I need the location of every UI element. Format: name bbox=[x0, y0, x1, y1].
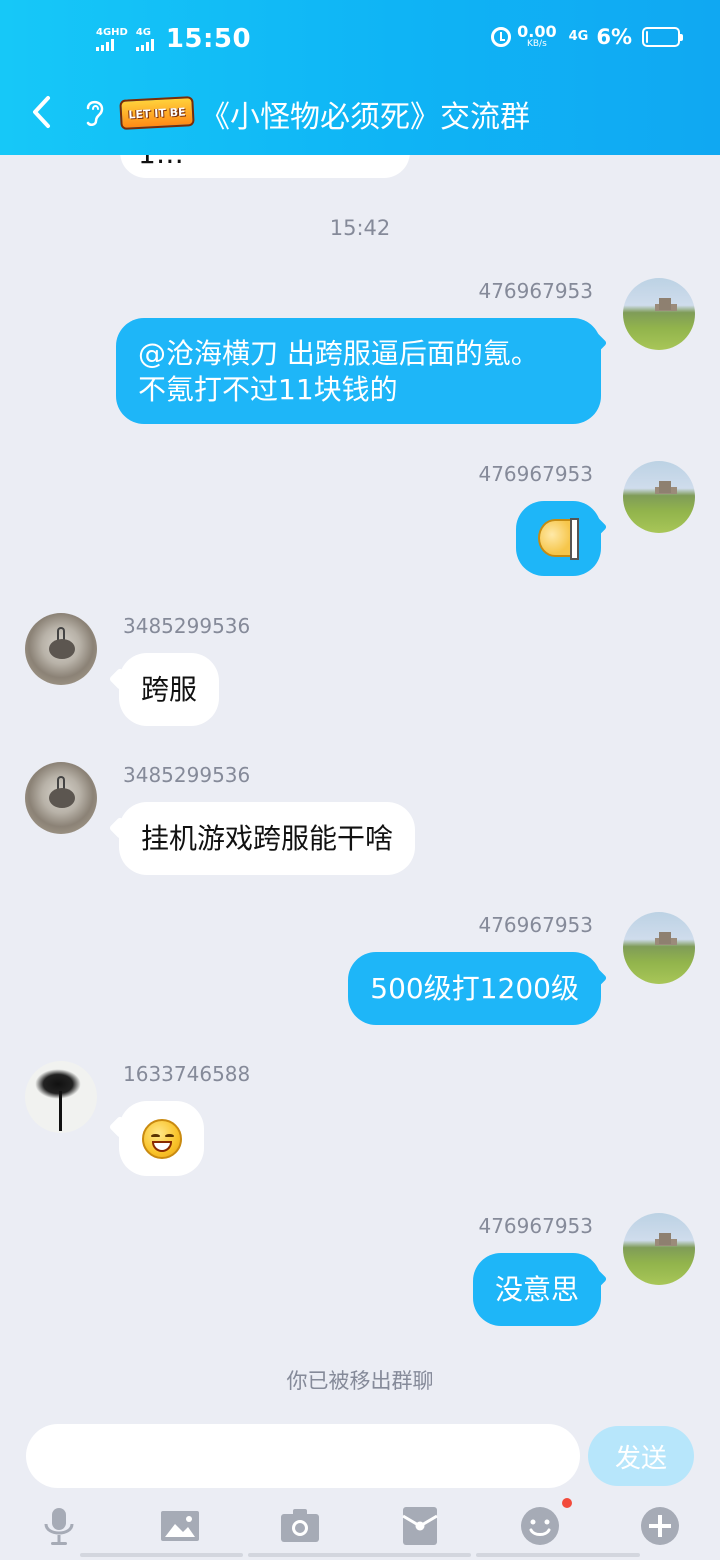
avatar[interactable] bbox=[623, 278, 695, 350]
sim1-signal-icon: 4GHD bbox=[96, 27, 128, 51]
notification-dot bbox=[562, 1498, 572, 1508]
sim2-label: 4G bbox=[135, 27, 152, 38]
grin-emoji-icon bbox=[141, 1118, 182, 1159]
header: 4GHD 4G 15:50 0.00 KB/s 4G 6% LET IT BE … bbox=[0, 0, 720, 155]
message-bubble[interactable]: 没意思 bbox=[472, 1253, 601, 1326]
sim2-signal-icon: 4G bbox=[135, 27, 154, 51]
message-text-line: 不氪打不过11块钱的 bbox=[138, 373, 398, 406]
sender-name: 476967953 bbox=[478, 462, 593, 486]
toolbar-underline bbox=[0, 1553, 720, 1558]
speed-unit: KB/s bbox=[526, 39, 547, 49]
title-bar: LET IT BE 《小怪物必须死》交流群 bbox=[0, 82, 720, 155]
input-toolbar bbox=[0, 1498, 720, 1560]
avatar[interactable] bbox=[623, 912, 695, 984]
status-left: 4GHD 4G 15:50 bbox=[96, 24, 251, 54]
emoji-icon[interactable] bbox=[518, 1504, 562, 1548]
microphone-icon[interactable] bbox=[38, 1504, 82, 1548]
camera-icon[interactable] bbox=[278, 1504, 322, 1548]
chat-area[interactable]: 1… 15:42 476967953 @沧海横刀 出跨服逼后面的氪。 不氪打不过… bbox=[0, 155, 720, 1420]
message-text: 跨服 bbox=[141, 672, 198, 706]
avatar[interactable] bbox=[623, 1213, 695, 1285]
image-icon[interactable] bbox=[158, 1504, 202, 1548]
speed-value: 0.00 bbox=[517, 22, 557, 41]
message-text-line: @沧海横刀 出跨服逼后面的氪。 bbox=[138, 337, 539, 370]
message-timestamp: 15:42 bbox=[329, 216, 391, 240]
sender-name: 476967953 bbox=[478, 913, 593, 937]
send-button[interactable]: 发送 bbox=[588, 1426, 694, 1486]
back-arrow-icon[interactable] bbox=[28, 92, 58, 132]
battery-level bbox=[646, 30, 648, 43]
status-bar: 4GHD 4G 15:50 0.00 KB/s 4G 6% bbox=[0, 0, 720, 82]
alarm-icon bbox=[491, 26, 512, 47]
message-bubble[interactable]: @沧海横刀 出跨服逼后面的氪。 不氪打不过11块钱的 bbox=[116, 318, 601, 424]
red-packet-icon[interactable] bbox=[398, 1504, 442, 1548]
status-right: 0.00 KB/s 4G 6% bbox=[491, 24, 683, 49]
earpiece-mode-icon[interactable] bbox=[80, 96, 108, 128]
message-text: 500级打1200级 bbox=[370, 971, 579, 1005]
battery-icon bbox=[642, 26, 683, 47]
sender-name: 476967953 bbox=[478, 1214, 593, 1238]
avatar[interactable] bbox=[25, 1061, 97, 1133]
message-bubble-partial[interactable]: 1… bbox=[120, 155, 410, 178]
message-bubble[interactable]: 挂机游戏跨服能干啥 bbox=[119, 802, 416, 875]
message-bubble[interactable]: 500级打1200级 bbox=[348, 952, 601, 1025]
avatar[interactable] bbox=[25, 613, 97, 685]
avatar[interactable] bbox=[623, 461, 695, 533]
avatar[interactable] bbox=[25, 762, 97, 834]
message-bubble[interactable] bbox=[119, 1101, 204, 1176]
system-message: 你已被移出群聊 bbox=[286, 1369, 434, 1393]
sender-name: 3485299536 bbox=[123, 614, 251, 638]
input-row: 发送 bbox=[0, 1420, 720, 1500]
network-speed: 0.00 KB/s bbox=[517, 24, 556, 49]
sender-name: 3485299536 bbox=[123, 763, 251, 787]
sender-name: 476967953 bbox=[478, 279, 593, 303]
message-text: 挂机游戏跨服能干啥 bbox=[141, 821, 394, 855]
message-text-partial: 1… bbox=[138, 155, 184, 170]
group-logo: LET IT BE bbox=[119, 96, 195, 130]
sim1-label: 4GHD bbox=[96, 27, 128, 38]
battery-percent: 6% bbox=[596, 24, 632, 49]
sender-name: 1633746588 bbox=[123, 1062, 251, 1086]
message-bubble[interactable]: 跨服 bbox=[119, 653, 220, 726]
message-bubble[interactable] bbox=[516, 501, 601, 576]
message-text: 没意思 bbox=[494, 1272, 579, 1306]
message-input[interactable] bbox=[26, 1424, 580, 1488]
half-face-emoji-icon bbox=[537, 517, 580, 560]
plus-icon[interactable] bbox=[638, 1504, 682, 1548]
status-time: 15:50 bbox=[165, 24, 252, 54]
chat-title[interactable]: 《小怪物必须死》交流群 bbox=[200, 92, 530, 136]
network-type-icon: 4G bbox=[569, 30, 589, 43]
network-type: 4G bbox=[568, 29, 589, 44]
